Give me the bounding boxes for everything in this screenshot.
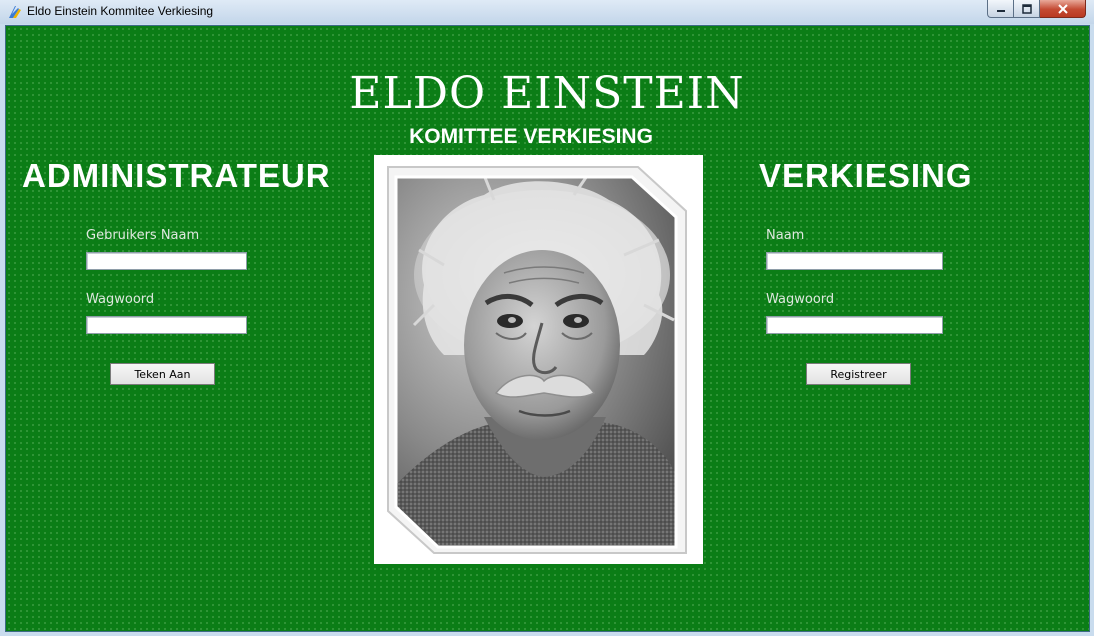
register-button[interactable]: Registreer (806, 363, 911, 385)
portrait-photo (374, 155, 703, 564)
app-title: ELDO EINSTEIN (349, 68, 745, 119)
election-password-input[interactable] (766, 316, 943, 334)
maximize-button[interactable] (1014, 0, 1040, 18)
window-titlebar[interactable]: Eldo Einstein Kommitee Verkiesing (0, 0, 1094, 24)
close-icon (1057, 3, 1068, 14)
app-icon (7, 4, 23, 20)
username-input[interactable] (86, 252, 247, 270)
name-input[interactable] (766, 252, 943, 270)
app-subtitle: KOMITTEE VERKIESING (409, 125, 653, 148)
minimize-button[interactable] (987, 0, 1014, 18)
login-button[interactable]: Teken Aan (110, 363, 215, 385)
election-heading: VERKIESING (759, 157, 973, 194)
admin-password-input[interactable] (86, 316, 247, 334)
window-controls (987, 0, 1086, 19)
window-title: Eldo Einstein Kommitee Verkiesing (27, 4, 214, 18)
name-label: Naam (766, 228, 805, 243)
admin-password-label: Wagwoord (86, 292, 155, 307)
maximize-icon (1021, 3, 1032, 14)
minimize-icon (996, 9, 1005, 12)
election-password-label: Wagwoord (766, 292, 835, 307)
close-button[interactable] (1040, 0, 1086, 18)
username-label: Gebruikers Naam (86, 228, 200, 243)
admin-heading: ADMINISTRATEUR (22, 157, 331, 194)
